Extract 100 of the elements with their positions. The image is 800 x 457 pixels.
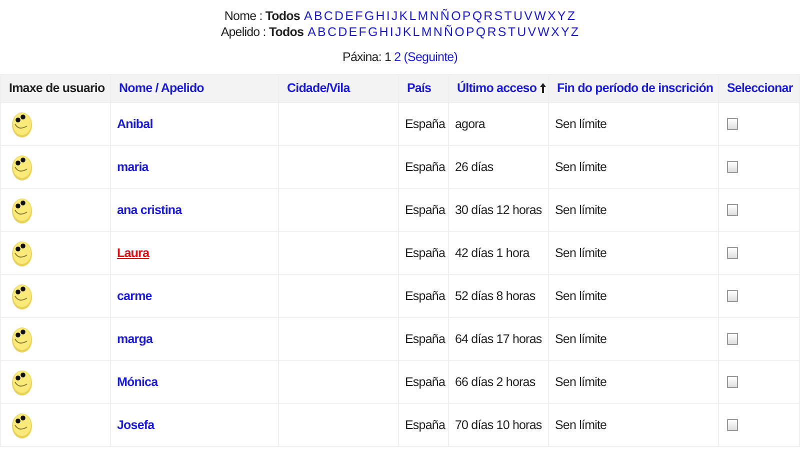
letter-link[interactable]: S (494, 9, 502, 23)
letter-link[interactable]: Ñ (444, 25, 453, 39)
letter-link[interactable]: S (498, 25, 506, 39)
letter-link[interactable]: W (534, 9, 546, 23)
letter-link[interactable]: U (517, 25, 526, 39)
letter-link[interactable]: E (345, 9, 354, 23)
smiley-avatar-icon (11, 368, 33, 396)
letter-link[interactable]: P (462, 9, 470, 23)
last-access-text: 30 días 12 horas (455, 202, 542, 217)
letter-link[interactable]: B (318, 25, 326, 39)
letter-link[interactable]: B (314, 9, 322, 23)
last-access-text: agora (455, 116, 485, 131)
letter-link[interactable]: Y (557, 9, 566, 23)
letter-link[interactable]: K (402, 25, 411, 39)
smiley-avatar-icon (11, 110, 33, 138)
letter-link[interactable]: I (390, 25, 393, 39)
next-page-link[interactable]: (Seguinte) (404, 50, 458, 64)
letter-link[interactable]: Z (567, 9, 575, 23)
enrolment-end-text: Sen límite (555, 418, 607, 432)
select-checkbox[interactable] (727, 161, 738, 174)
letter-link[interactable]: F (355, 9, 362, 23)
page-link[interactable]: 2 (394, 50, 401, 64)
country-text: España (405, 202, 445, 217)
country-text: España (405, 288, 445, 303)
letter-link[interactable]: V (524, 9, 532, 23)
letter-link[interactable]: N (433, 25, 442, 39)
country-text: España (405, 116, 445, 131)
letter-link[interactable]: D (338, 25, 347, 39)
letter-link[interactable]: R (484, 9, 492, 23)
country-text: España (405, 160, 445, 174)
letter-link[interactable]: Q (476, 25, 486, 39)
country-text: España (405, 374, 445, 389)
user-name-link[interactable]: Anibal (117, 116, 153, 131)
select-checkbox[interactable] (727, 247, 738, 260)
enrolment-end-text: Sen límite (555, 202, 607, 217)
letter-link[interactable]: U (513, 9, 522, 23)
smiley-avatar-icon (11, 239, 33, 267)
user-name-link[interactable]: maria (117, 160, 148, 174)
letter-link[interactable]: M (418, 9, 428, 23)
letter-link[interactable]: C (324, 9, 333, 23)
last-access-text: 66 días 2 horas (455, 374, 536, 389)
smiley-avatar-icon (11, 196, 33, 224)
smiley-avatar-icon (11, 282, 33, 310)
letter-link[interactable]: T (504, 9, 512, 23)
select-checkbox[interactable] (727, 419, 738, 432)
letter-link[interactable]: A (304, 9, 312, 23)
letter-link[interactable]: R (487, 25, 496, 39)
letter-link[interactable]: Y (560, 25, 569, 39)
letter-link[interactable]: T (508, 25, 516, 39)
letter-link[interactable]: W (538, 25, 550, 39)
enrolment-end-text: Sen límite (555, 374, 607, 389)
user-name-link[interactable]: Mónica (117, 374, 158, 389)
filter-label: Apelido : (220, 25, 266, 39)
letter-link[interactable]: O (454, 25, 464, 39)
letter-link[interactable]: V (528, 25, 536, 39)
last-access-text: 64 días 17 horas (455, 332, 542, 346)
filter-label: Nome : (224, 9, 262, 23)
letter-link[interactable]: Z (570, 25, 578, 39)
letter-link[interactable]: C (327, 25, 336, 39)
letter-link[interactable]: J (394, 25, 401, 39)
letter-link[interactable]: F (358, 25, 366, 39)
column-header: Imaxe de usuario (9, 81, 105, 96)
paging-label: Páxina: (342, 50, 382, 64)
select-checkbox[interactable] (727, 376, 738, 388)
letter-link[interactable]: M (421, 25, 432, 39)
letter-link[interactable]: K (399, 9, 408, 23)
current-page: 1 (384, 50, 392, 64)
letter-link[interactable]: Ñ (440, 9, 450, 23)
select-checkbox[interactable] (727, 118, 738, 130)
letter-link[interactable]: L (409, 9, 416, 23)
letter-link[interactable]: Q (472, 9, 482, 23)
letter-link[interactable]: H (379, 25, 388, 39)
last-access-text: 42 días 1 hora (455, 246, 530, 260)
letter-link[interactable]: O (451, 9, 460, 23)
smiley-avatar-icon (11, 411, 33, 439)
user-name-link[interactable]: carme (117, 288, 152, 303)
letter-link[interactable]: H (376, 9, 384, 23)
user-name-link[interactable]: marga (117, 332, 153, 346)
letter-link[interactable]: G (368, 25, 378, 39)
letter-link[interactable]: G (364, 9, 374, 23)
letter-link[interactable]: N (430, 9, 438, 23)
enrolment-end-text: Sen límite (555, 288, 607, 303)
letter-link[interactable]: X (551, 25, 559, 39)
user-name-link[interactable]: Laura (117, 246, 150, 260)
select-checkbox[interactable] (727, 333, 738, 346)
letter-link[interactable]: L (412, 25, 420, 39)
smiley-avatar-icon (11, 153, 33, 181)
letter-link[interactable]: I (386, 9, 390, 23)
letter-link[interactable]: P (466, 25, 474, 39)
letter-link[interactable]: X (547, 9, 556, 23)
all-filter: Todos (268, 25, 304, 39)
last-access-text: 26 días (455, 160, 494, 174)
letter-link[interactable]: D (334, 9, 344, 23)
select-checkbox[interactable] (727, 290, 738, 302)
select-checkbox[interactable] (727, 204, 738, 216)
user-name-link[interactable]: ana cristina (117, 202, 182, 217)
letter-link[interactable]: J (391, 9, 398, 23)
letter-link[interactable]: A (308, 25, 316, 39)
user-name-link[interactable]: Josefa (117, 418, 154, 432)
letter-link[interactable]: E (348, 25, 357, 39)
